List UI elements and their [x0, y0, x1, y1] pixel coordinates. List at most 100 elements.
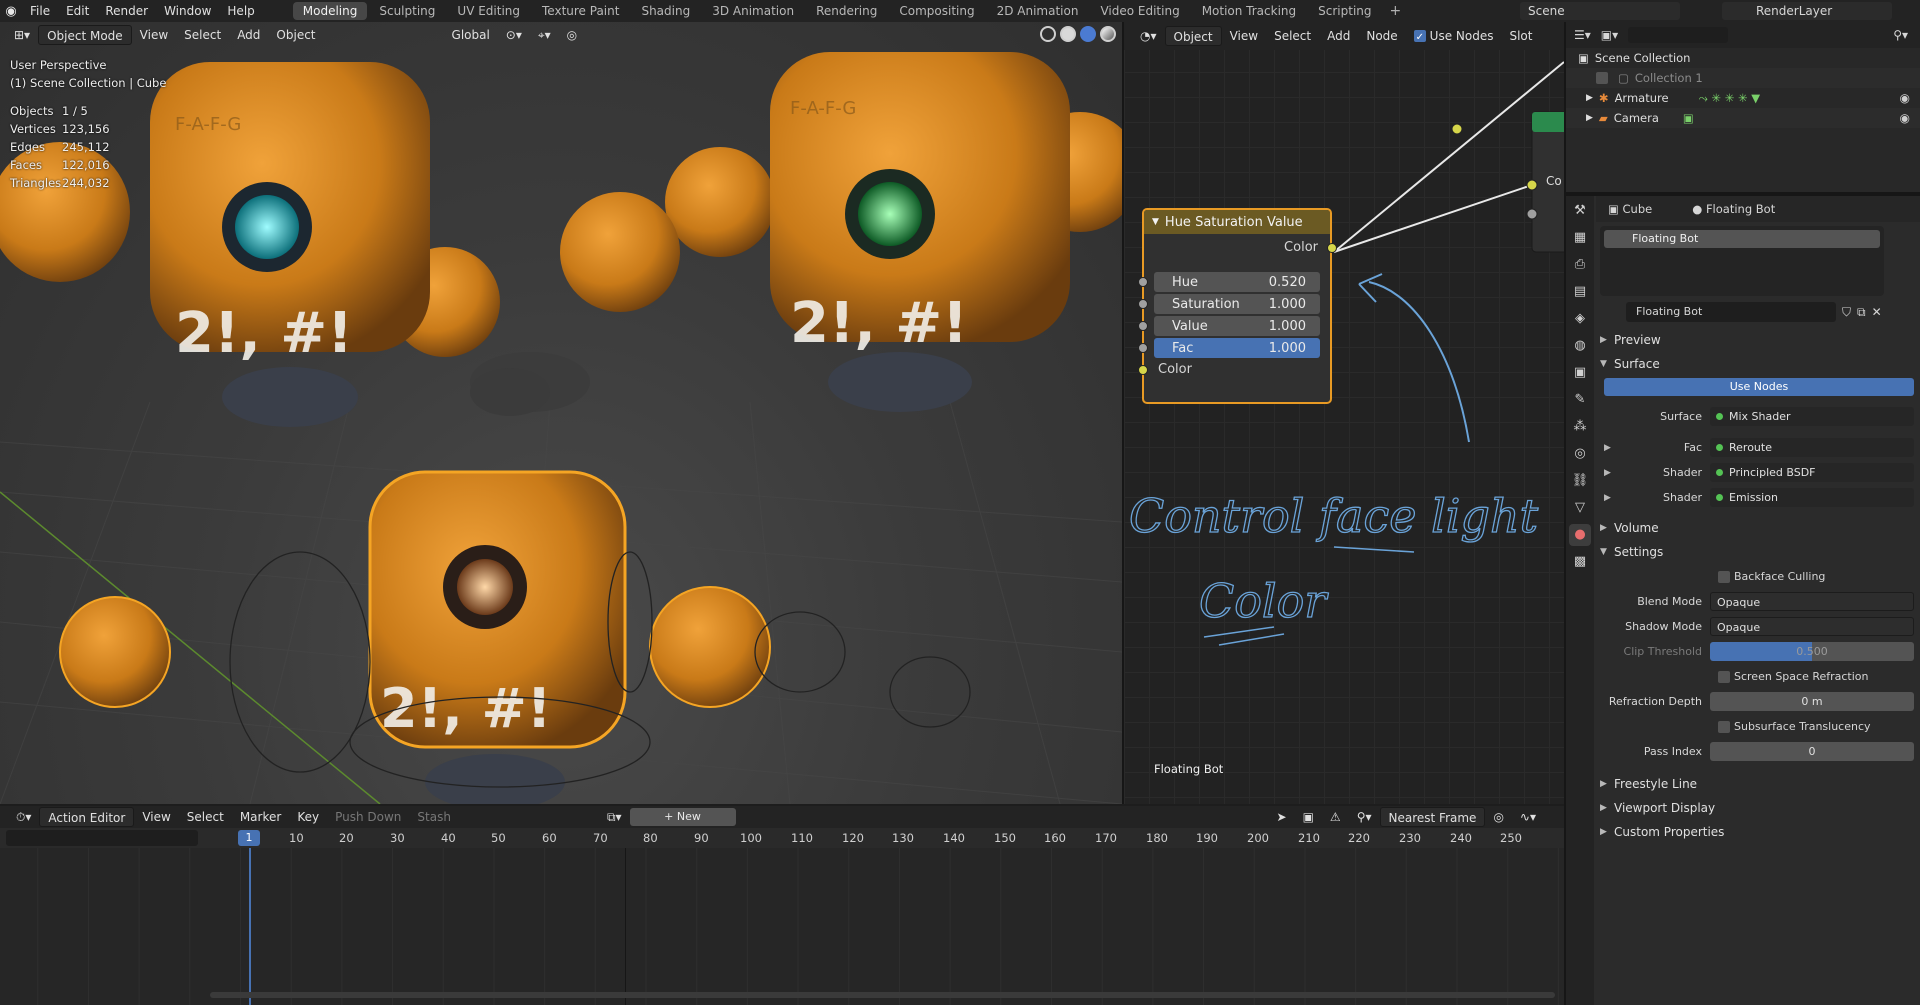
outliner-search-input[interactable] [1628, 27, 1729, 43]
3d-viewport[interactable]: F-A-F-G 2!, #! F-A-F-G 2!, #! 2!, #! ⊞▾ … [0, 22, 1122, 804]
timeline-menu-key[interactable]: Key [289, 807, 327, 827]
shader-input-field[interactable]: Emission [1710, 488, 1914, 507]
modifier-tab-icon[interactable]: ✎ [1569, 389, 1591, 411]
outliner-item[interactable]: ▢ Collection 1 [1566, 68, 1920, 88]
tab-modeling[interactable]: Modeling [292, 2, 368, 20]
preview-panel-header[interactable]: ▶ Preview [1600, 328, 1914, 352]
playhead[interactable] [249, 848, 251, 1005]
outliner-type-icon[interactable]: ☰▾ [1574, 28, 1591, 42]
use-nodes-checkbox[interactable] [1413, 28, 1426, 48]
action-editor-mode-dropdown[interactable]: Action Editor [39, 807, 135, 827]
display-mode-icon[interactable]: ▣▾ [1601, 28, 1618, 42]
refraction-depth-field[interactable]: 0 m [1710, 692, 1914, 711]
ssr-checkbox[interactable] [1718, 670, 1730, 683]
editor-type-icon[interactable]: ⊞▾ [6, 25, 38, 45]
expand-arrow-icon[interactable]: ▶ [1604, 443, 1611, 453]
wireframe-shading-icon[interactable] [1040, 26, 1056, 42]
viewport-menu-object[interactable]: Object [268, 25, 323, 45]
action-browse-icon[interactable]: ⧉▾ [599, 807, 630, 827]
scene-selector[interactable]: Scene [1520, 2, 1680, 20]
visibility-eye-icon[interactable]: ◉ [1900, 111, 1910, 125]
outliner[interactable]: ☰▾ ▣▾ ⚲▾ ▣ Scene Collection ▢ Collection 1… [1566, 22, 1920, 192]
visibility-eye-icon[interactable]: ◉ [1900, 91, 1910, 105]
timeline-editor-type-icon[interactable]: ⏱▾ [8, 807, 39, 827]
viewport-display-panel-header[interactable]: ▶ Viewport Display [1600, 796, 1914, 820]
duplicate-icon[interactable]: ⧉ [1857, 305, 1866, 320]
tab-sculpting[interactable]: Sculpting [369, 2, 445, 20]
custom-properties-panel-header[interactable]: ▶ Custom Properties [1600, 820, 1914, 844]
saturation-field[interactable]: Saturation 1.000 [1154, 294, 1320, 314]
node-menu-view[interactable]: View [1222, 26, 1266, 46]
freestyle-panel-header[interactable]: ▶ Freestyle Line [1600, 772, 1914, 796]
tool-tab-icon[interactable]: ⚒ [1569, 200, 1591, 222]
keyframe-area[interactable] [0, 848, 1564, 1005]
proportional-icon[interactable]: ◎ [1485, 807, 1511, 827]
tab-video-editing[interactable]: Video Editing [1090, 2, 1189, 20]
render-tab-icon[interactable]: ▦ [1569, 227, 1591, 249]
surface-shader-field[interactable]: Mix Shader [1710, 407, 1914, 426]
tab-rendering[interactable]: Rendering [806, 2, 887, 20]
saturation-socket[interactable] [1138, 299, 1148, 309]
node-editor-type-icon[interactable]: ◔▾ [1132, 26, 1165, 46]
current-frame-indicator[interactable]: 1 [238, 830, 260, 846]
new-action-button[interactable]: + New [629, 808, 736, 826]
value-field[interactable]: Value 1.000 [1154, 316, 1320, 336]
tab-2d-animation[interactable]: 2D Animation [987, 2, 1089, 20]
filter-icon[interactable]: ⚲▾ [1349, 807, 1380, 827]
viewport-menu-view[interactable]: View [132, 25, 176, 45]
solid-shading-icon[interactable] [1060, 26, 1076, 42]
action-editor[interactable]: ⏱▾ Action Editor View Select Marker Key … [0, 806, 1564, 1005]
node-menu-select[interactable]: Select [1266, 26, 1319, 46]
timeline-menu-select[interactable]: Select [179, 807, 232, 827]
shader-node-editor[interactable]: ◔▾ Object View Select Add Node Use Nodes… [1124, 22, 1564, 804]
value-socket[interactable] [1138, 321, 1148, 331]
rendered-shading-icon[interactable] [1100, 26, 1116, 42]
push-down-button[interactable]: Push Down [327, 807, 409, 827]
tab-scripting[interactable]: Scripting [1308, 2, 1381, 20]
tab-texture-paint[interactable]: Texture Paint [532, 2, 629, 20]
show-hidden-icon[interactable]: ▣ [1295, 807, 1322, 827]
blender-logo-icon[interactable]: ◉ [0, 4, 22, 19]
constraints-tab-icon[interactable]: ⛓ [1569, 470, 1591, 492]
material-tab-icon[interactable]: ● [1569, 524, 1591, 546]
outliner-item[interactable]: ▶ ▰ Camera ▣ ◉ [1566, 108, 1920, 128]
material-preview-icon[interactable] [1080, 26, 1096, 42]
settings-panel-header[interactable]: ▼ Settings [1600, 540, 1914, 564]
color-output-socket[interactable] [1327, 243, 1337, 253]
view-layer-tab-icon[interactable]: ▤ [1569, 281, 1591, 303]
node-menu-add[interactable]: Add [1319, 26, 1358, 46]
hue-socket[interactable] [1138, 277, 1148, 287]
material-slot[interactable]: Floating Bot [1604, 230, 1880, 248]
expand-arrow-icon[interactable]: ▶ [1604, 493, 1611, 503]
node-menu-node[interactable]: Node [1358, 26, 1405, 46]
viewport-menu-add[interactable]: Add [229, 25, 268, 45]
transform-orientation-dropdown[interactable]: Global [444, 25, 498, 45]
data-tab-icon[interactable]: ▽ [1569, 497, 1591, 519]
shadow-mode-dropdown[interactable]: Opaque [1710, 617, 1914, 636]
outliner-item[interactable]: ▶ ✱ Armature ⤳ ✳ ✳ ✳ ▼ ◉ [1566, 88, 1920, 108]
fac-input-field[interactable]: Reroute [1710, 438, 1914, 457]
material-name-field[interactable]: Floating Bot [1626, 302, 1836, 322]
exclude-checkbox[interactable] [1596, 72, 1608, 84]
shader-input-field[interactable]: Principled BSDF [1710, 463, 1914, 482]
horizontal-scrollbar[interactable] [210, 992, 1555, 998]
mode-dropdown[interactable]: Object Mode [38, 25, 132, 45]
timeline-menu-view[interactable]: View [134, 807, 178, 827]
shader-type-dropdown[interactable]: Object [1164, 26, 1222, 46]
tab-3d-animation[interactable]: 3D Animation [702, 2, 804, 20]
ssr-row[interactable]: Screen Space Refraction [1600, 664, 1914, 689]
menu-render[interactable]: Render [97, 0, 156, 22]
sss-checkbox[interactable] [1718, 720, 1730, 733]
pass-index-field[interactable]: 0 [1710, 742, 1914, 761]
properties-editor[interactable]: ⚒ ▦ ⎙ ▤ ◈ ◍ ▣ ✎ ⁂ ◎ ⛓ ▽ ● ▩ ▣ Cube ● Flo… [1566, 196, 1920, 1005]
channel-search-input[interactable] [6, 830, 198, 846]
curve-icon[interactable]: ∿▾ [1512, 807, 1544, 827]
fake-user-icon[interactable]: ⛉ [1842, 305, 1851, 320]
backface-culling-checkbox[interactable] [1718, 570, 1730, 583]
menu-help[interactable]: Help [219, 0, 262, 22]
pivot-icon[interactable]: ⊙▾ [498, 25, 530, 45]
viewport-menu-select[interactable]: Select [176, 25, 229, 45]
surface-panel-header[interactable]: ▼ Surface [1600, 352, 1914, 376]
menu-window[interactable]: Window [156, 0, 219, 22]
object-tab-icon[interactable]: ▣ [1569, 362, 1591, 384]
